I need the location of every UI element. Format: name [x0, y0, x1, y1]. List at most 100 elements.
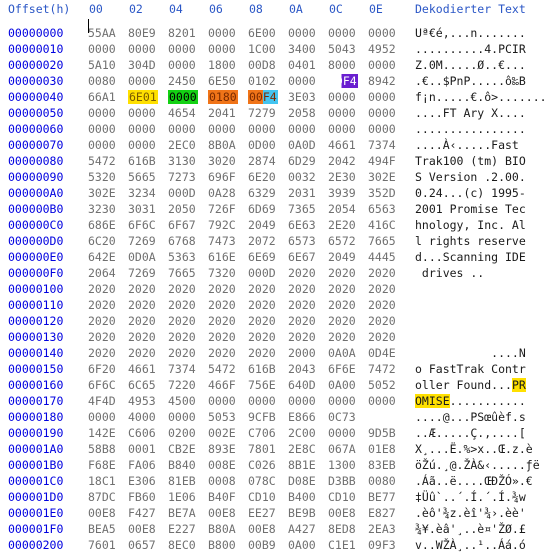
hex-word[interactable]: E227 [168, 522, 196, 536]
hex-word[interactable]: 6C65 [128, 378, 156, 392]
hex-row[interactable]: 00000080 5472 616B 3130 3020 2874 6D29 2042 494F… [0, 154, 554, 170]
hex-word[interactable]: D3BB [328, 474, 356, 488]
decoded-text[interactable]: l rights reserve [415, 234, 526, 248]
hex-row[interactable]: 00000100 2020 2020 2020 2020 2020 2020 2020 2020 [0, 282, 554, 298]
hex-word[interactable]: 2020 [88, 314, 116, 328]
hex-word[interactable]: 7601 [88, 538, 116, 552]
hex-row[interactable]: 00000180 0000 4000 0000 5053 9CFB E866 0C73....… [0, 410, 554, 426]
hex-word[interactable]: 0000 [368, 106, 396, 120]
hex-word[interactable]: 2020 [88, 330, 116, 344]
hex-word[interactable]: 0000 [248, 122, 276, 136]
hex-word[interactable]: 0000 [368, 394, 396, 408]
hex-word[interactable]: 55AA [88, 26, 116, 40]
hex-word[interactable]: 6E63 [288, 218, 316, 232]
hex-word[interactable]: 0000 [208, 26, 236, 40]
hex-word[interactable]: 142E [88, 426, 116, 440]
hex-word[interactable]: 2020 [168, 330, 196, 344]
hex-word[interactable]: 2020 [88, 298, 116, 312]
hex-word[interactable]: 6573 [288, 234, 316, 248]
hex-word[interactable]: 616B [128, 154, 156, 168]
hex-word[interactable]: 7665 [368, 234, 396, 248]
hex-word[interactable]: 0000 [128, 138, 156, 152]
hex-word[interactable]: 2020 [128, 330, 156, 344]
hex-word[interactable]: 0000 [168, 122, 196, 136]
hex-word[interactable]: 3031 [128, 202, 156, 216]
decoded-text[interactable]: X¸...Ë.%>x..Œ.z.è [415, 442, 533, 456]
hex-word[interactable]: B400 [288, 490, 316, 504]
hex-word[interactable]: 2E20 [328, 218, 356, 232]
hex-row[interactable]: 000000A0 302E 3234 000D 0A28 6329 2031 3939 352D… [0, 186, 554, 202]
hex-word[interactable]: 0080 [88, 74, 116, 88]
hex-word[interactable]: 9CFB [248, 410, 276, 424]
hex-word[interactable]: 2020 [208, 330, 236, 344]
hex-word[interactable]: 6E01 [128, 90, 158, 104]
decoded-text[interactable]: ..........4.PCIR [415, 42, 526, 56]
hex-word[interactable]: 2020 [328, 314, 356, 328]
hex-word[interactable]: 6F6C [88, 378, 116, 392]
hex-word[interactable]: 0000 [328, 394, 356, 408]
hex-word[interactable]: 2064 [88, 266, 116, 280]
hex-word[interactable]: 6768 [168, 234, 196, 248]
hex-word[interactable]: 2EC0 [168, 138, 196, 152]
hex-word[interactable]: 2020 [168, 314, 196, 328]
hex-word[interactable]: 5043 [328, 42, 356, 56]
hex-word[interactable]: E866 [288, 410, 316, 424]
hex-row[interactable]: 00000200 7601 0657 8EC0 B800 00B9 0A00 C1E1 09F3… [0, 538, 554, 554]
hex-word[interactable]: C1E1 [328, 538, 356, 552]
hex-word[interactable]: E827 [368, 506, 396, 520]
hex-word[interactable]: 0102 [248, 74, 276, 88]
hex-word[interactable]: 0001 [128, 442, 156, 456]
hex-word[interactable]: 2020 [128, 298, 156, 312]
hex-word[interactable]: 00E8 [208, 506, 236, 520]
decoded-text[interactable]: d...Scanning IDE [415, 250, 526, 264]
hex-word[interactable]: 0000 [328, 90, 356, 104]
hex-word[interactable]: 0000 [208, 42, 236, 56]
hex-word[interactable]: 0000 [328, 26, 356, 40]
hex-word[interactable]: 0000 [88, 106, 116, 120]
hex-word[interactable]: 302E [368, 170, 396, 184]
hex-word[interactable]: 792C [208, 218, 236, 232]
hex-word[interactable]: 0A00 [288, 538, 316, 552]
hex-word[interactable]: 2874 [248, 154, 276, 168]
hex-word[interactable]: 2E30 [328, 170, 356, 184]
hex-word[interactable]: 2020 [88, 346, 116, 360]
hex-word[interactable]: CD10 [328, 490, 356, 504]
hex-word[interactable]: BE7A [168, 506, 196, 520]
hex-row[interactable]: 00000030 0080 0000 2450 6E50 0102 0000 00F4 8942… [0, 74, 554, 90]
hex-word[interactable]: 2043 [288, 362, 316, 376]
decoded-text[interactable]: oller Found...PR [415, 378, 526, 392]
hex-word[interactable]: 2020 [288, 298, 316, 312]
hex-word[interactable]: 7801 [248, 442, 276, 456]
hex-word[interactable]: 81EB [168, 474, 196, 488]
hex-word[interactable]: 4445 [368, 250, 396, 264]
hex-word[interactable]: 5052 [368, 378, 396, 392]
hex-word[interactable]: 2020 [168, 346, 196, 360]
hex-word[interactable]: 4000 [128, 410, 156, 424]
hex-word[interactable]: 0000 [88, 42, 116, 56]
hex-word[interactable]: 7269 [128, 234, 156, 248]
hex-row[interactable]: 00000150 6F20 4661 7374 5472 616B 2043 6F6E 7472… [0, 362, 554, 378]
hex-word[interactable]: 0000 [288, 394, 316, 408]
hex-word[interactable]: 2020 [328, 282, 356, 296]
hex-word[interactable]: CB2E [168, 442, 196, 456]
hex-word[interactable]: 0000 [128, 106, 156, 120]
hex-word[interactable]: 8942 [368, 74, 396, 88]
hex-row[interactable]: 00000020 5A10 304D 0000 1800 00D8 0401 8000 0000… [0, 58, 554, 74]
hex-word[interactable]: 9D5B [368, 426, 396, 440]
hex-word[interactable]: 83EB [368, 458, 396, 472]
decoded-text[interactable]: ................ [415, 122, 526, 136]
hex-word[interactable]: 5320 [88, 170, 116, 184]
hex-row[interactable]: 00000060 0000 0000 0000 0000 0000 0000 0000 0000… [0, 122, 554, 138]
hex-word[interactable]: 0000 [208, 122, 236, 136]
hex-row[interactable]: 00000160 6F6C 6C65 7220 466F 756E 640D 0A00 5052… [0, 378, 554, 394]
hex-word[interactable]: BE77 [368, 490, 396, 504]
hex-word[interactable]: 2E8C [288, 442, 316, 456]
decoded-text[interactable]: ..Æ.....Ç.,....[ [415, 426, 526, 440]
hex-word[interactable]: 7472 [368, 362, 396, 376]
hex-word[interactable]: 1E06 [168, 490, 196, 504]
hex-word[interactable]: 3939 [328, 186, 356, 200]
hex-word[interactable]: 7374 [368, 138, 396, 152]
hex-word[interactable]: 0000 [168, 58, 196, 72]
decoded-text[interactable]: 2001 Promise Tec [415, 202, 526, 216]
hex-word[interactable]: 0000 [368, 26, 396, 40]
